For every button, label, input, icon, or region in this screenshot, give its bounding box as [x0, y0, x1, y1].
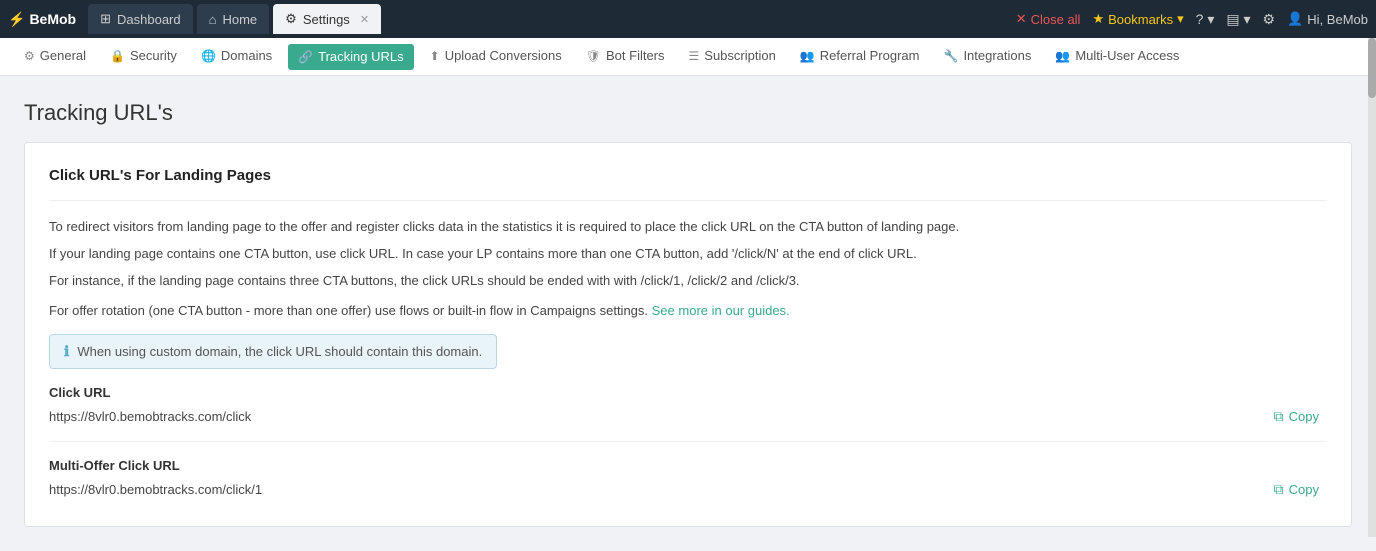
top-bar-left: ⚡ BeMob ⊞ Dashboard ⌂ Home ⚙ Settings ✕ [8, 4, 381, 34]
tracking-urls-nav-label: Tracking URLs [318, 49, 403, 64]
multi-offer-url-copy-label: Copy [1289, 482, 1319, 497]
page-title: Tracking URL's [24, 100, 1352, 126]
description-line-1: To redirect visitors from landing page t… [49, 217, 1327, 238]
user-icon: 👤 [1287, 11, 1303, 27]
description-line-2: If your landing page contains one CTA bu… [49, 244, 1327, 265]
copy-icon-1: ⧉ [1274, 408, 1284, 425]
star-icon: ★ [1092, 11, 1104, 27]
global-settings-button[interactable]: ⚙ [1263, 11, 1276, 28]
click-url-row: https://8vlr0.bemobtracks.com/click ⧉ Co… [49, 404, 1327, 429]
bot-filters-nav-icon: 🛡 [586, 49, 601, 63]
integrations-nav-label: Integrations [963, 48, 1031, 63]
tracking-urls-nav-icon: 🔗 [298, 50, 313, 64]
home-tab-label: Home [222, 12, 257, 27]
info-icon: ℹ [64, 343, 69, 360]
click-url-text: https://8vlr0.bemobtracks.com/click [49, 409, 1254, 424]
nav-item-multi-user[interactable]: 👥 Multi-User Access [1043, 38, 1191, 75]
security-nav-icon: 🔒 [110, 49, 125, 63]
upload-conversions-nav-icon: ⬆ [430, 49, 440, 63]
referral-nav-label: Referral Program [820, 48, 920, 63]
settings-tab-icon: ⚙ [285, 11, 297, 27]
nav-item-referral[interactable]: 👥 Referral Program [788, 38, 932, 75]
click-url-label: Click URL [49, 385, 1327, 400]
multi-offer-url-block: Multi-Offer Click URL https://8vlr0.bemo… [49, 458, 1327, 502]
scrollbar-track[interactable] [1368, 38, 1376, 537]
domains-nav-label: Domains [221, 48, 272, 63]
dashboard-tab-icon: ⊞ [100, 11, 111, 27]
click-url-block: Click URL https://8vlr0.bemobtracks.com/… [49, 385, 1327, 429]
dashboard-tab-label: Dashboard [117, 12, 181, 27]
nav-item-integrations[interactable]: 🔧 Integrations [931, 38, 1043, 75]
rotation-text-content: For offer rotation (one CTA button - mor… [49, 303, 648, 318]
bookmarks-label: Bookmarks [1108, 12, 1173, 27]
section-divider [49, 200, 1327, 201]
multi-user-nav-label: Multi-User Access [1075, 48, 1179, 63]
help-chevron-icon: ▾ [1207, 11, 1214, 27]
tab-home[interactable]: ⌂ Home [197, 4, 270, 34]
info-message: When using custom domain, the click URL … [77, 344, 482, 359]
bot-filters-nav-label: Bot Filters [606, 48, 665, 63]
close-all-icon: ✕ [1016, 11, 1027, 27]
guides-link[interactable]: See more in our guides. [652, 303, 790, 318]
referral-nav-icon: 👥 [800, 49, 815, 63]
info-box: ℹ When using custom domain, the click UR… [49, 334, 497, 369]
nav-item-tracking-urls[interactable]: 🔗 Tracking URLs [288, 44, 413, 70]
nav-item-bot-filters[interactable]: 🛡 Bot Filters [574, 38, 677, 75]
copy-icon-2: ⧉ [1274, 481, 1284, 498]
top-bar: ⚡ BeMob ⊞ Dashboard ⌂ Home ⚙ Settings ✕ … [0, 0, 1376, 38]
close-tab-settings[interactable]: ✕ [360, 13, 369, 26]
nav-item-subscription[interactable]: ☰ Subscription [677, 38, 788, 75]
nav-item-domains[interactable]: 🌐 Domains [189, 38, 284, 75]
tracking-urls-card: Click URL's For Landing Pages To redirec… [24, 142, 1352, 527]
multi-offer-url-row: https://8vlr0.bemobtracks.com/click/1 ⧉ … [49, 477, 1327, 502]
inbox-icon: ▤ [1226, 11, 1239, 27]
main-content: Tracking URL's Click URL's For Landing P… [0, 76, 1376, 551]
general-nav-label: General [40, 48, 86, 63]
inbox-button[interactable]: ▤ ▾ [1226, 11, 1250, 28]
section-title: Click URL's For Landing Pages [49, 167, 1327, 184]
secondary-nav: ⚙ General 🔒 Security 🌐 Domains 🔗 Trackin… [0, 38, 1376, 76]
subscription-nav-label: Subscription [704, 48, 776, 63]
description-line-3: For instance, if the landing page contai… [49, 271, 1327, 292]
domains-nav-icon: 🌐 [201, 49, 216, 63]
logo-icon: ⚡ [8, 11, 25, 28]
url-row-divider [49, 441, 1327, 442]
gear-icon: ⚙ [1263, 11, 1276, 27]
multi-offer-url-copy-button[interactable]: ⧉ Copy [1266, 477, 1327, 502]
tab-dashboard[interactable]: ⊞ Dashboard [88, 4, 193, 34]
multi-offer-url-text: https://8vlr0.bemobtracks.com/click/1 [49, 482, 1254, 497]
nav-item-general[interactable]: ⚙ General [12, 38, 98, 75]
help-button[interactable]: ? ▾ [1196, 11, 1215, 28]
chevron-down-icon: ▾ [1177, 11, 1184, 27]
nav-item-security[interactable]: 🔒 Security [98, 38, 189, 75]
general-nav-icon: ⚙ [24, 49, 35, 63]
bookmarks-button[interactable]: ★ Bookmarks ▾ [1092, 11, 1183, 27]
top-bar-right: ✕ Close all ★ Bookmarks ▾ ? ▾ ▤ ▾ ⚙ 👤 Hi… [1016, 11, 1368, 28]
user-label: Hi, BeMob [1307, 12, 1368, 27]
subscription-nav-icon: ☰ [689, 49, 700, 63]
multi-user-nav-icon: 👥 [1055, 49, 1070, 63]
user-menu-button[interactable]: 👤 Hi, BeMob [1287, 11, 1368, 27]
help-icon: ? [1196, 11, 1204, 27]
inbox-chevron-icon: ▾ [1244, 11, 1251, 27]
upload-conversions-nav-label: Upload Conversions [445, 48, 562, 63]
home-tab-icon: ⌂ [209, 12, 217, 27]
nav-item-upload-conversions[interactable]: ⬆ Upload Conversions [418, 38, 574, 75]
click-url-copy-button[interactable]: ⧉ Copy [1266, 404, 1327, 429]
settings-tab-label: Settings [303, 12, 350, 27]
integrations-nav-icon: 🔧 [943, 49, 958, 63]
close-all-button[interactable]: ✕ Close all [1016, 11, 1081, 27]
security-nav-label: Security [130, 48, 177, 63]
logo: ⚡ BeMob [8, 11, 76, 28]
tab-settings[interactable]: ⚙ Settings ✕ [273, 4, 381, 34]
click-url-copy-label: Copy [1289, 409, 1319, 424]
close-all-label: Close all [1031, 12, 1081, 27]
multi-offer-url-label: Multi-Offer Click URL [49, 458, 1327, 473]
scrollbar-thumb[interactable] [1368, 38, 1376, 98]
logo-text: BeMob [29, 11, 76, 27]
rotation-text: For offer rotation (one CTA button - mor… [49, 301, 1327, 322]
